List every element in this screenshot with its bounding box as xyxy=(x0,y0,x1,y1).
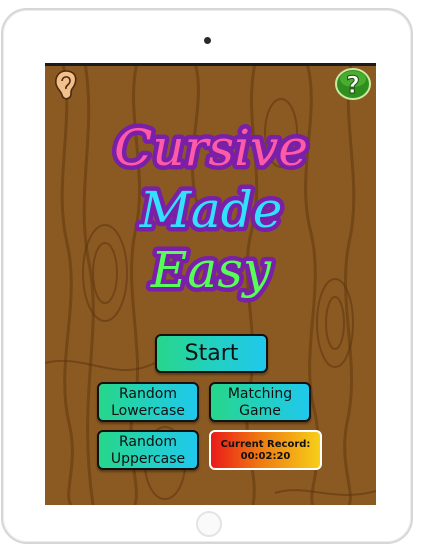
ear-icon[interactable] xyxy=(53,69,79,101)
title-cursive: Cursive xyxy=(114,119,308,177)
title-easy: Easy xyxy=(150,241,272,299)
current-record-time: 00:02:20 xyxy=(240,451,291,462)
title-made: Made xyxy=(139,181,283,239)
matching-game-button[interactable]: Matching Game xyxy=(209,382,311,422)
random-uppercase-label-1: Random xyxy=(119,434,177,450)
current-record-badge: Current Record: 00:02:20 xyxy=(209,430,322,470)
random-uppercase-button[interactable]: Random Uppercase xyxy=(97,430,199,470)
current-record-label: Current Record: xyxy=(220,439,311,450)
svg-text:?: ? xyxy=(346,71,360,99)
app-title: Cursive Made Easy xyxy=(110,115,313,304)
app-screen: ? Cursive Made Easy Start Random Lowerca… xyxy=(45,63,376,505)
random-lowercase-button[interactable]: Random Lowercase xyxy=(97,382,199,422)
random-lowercase-label-2: Lowercase xyxy=(111,403,185,419)
status-bar-edge xyxy=(45,63,376,66)
home-button[interactable] xyxy=(196,511,222,537)
tablet-frame: ? Cursive Made Easy Start Random Lowerca… xyxy=(1,8,413,544)
matching-game-label-1: Matching xyxy=(227,386,293,402)
matching-game-label-2: Game xyxy=(239,403,281,419)
start-button[interactable]: Start xyxy=(155,334,268,373)
random-uppercase-label-2: Uppercase xyxy=(110,451,186,467)
random-lowercase-label-1: Random xyxy=(119,386,177,402)
camera-icon xyxy=(204,37,211,44)
help-question-icon[interactable]: ? xyxy=(334,66,372,101)
